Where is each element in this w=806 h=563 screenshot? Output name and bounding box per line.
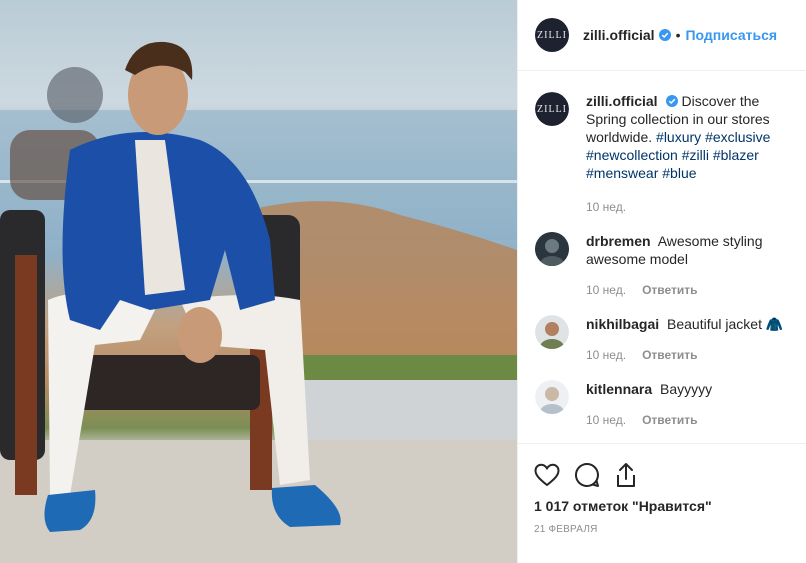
follow-button[interactable]: Подписаться [685,27,777,43]
post-sidebar: ZILLI zilli.official • Подписаться ZILLI… [517,0,806,563]
reply-button[interactable]: Ответить [642,411,697,429]
commenter-avatar[interactable] [535,380,569,414]
comment-time[interactable]: 10 нед. [586,281,626,299]
comment-time[interactable]: 10 нед. [586,411,626,429]
action-icons [534,460,806,490]
hashtag-link[interactable]: #menswear [586,165,658,181]
jacket-emoji: 🧥 [765,316,784,332]
like-button[interactable] [534,463,560,487]
hashtag-link[interactable]: #blue [662,165,696,181]
caption-item: ZILLI zilli.official Discover the Spring… [535,92,791,216]
hashtag-link[interactable]: #exclusive [705,129,770,145]
comment-text: Bayyyyy [660,381,713,397]
heart-icon [534,463,560,487]
caption-avatar-logo: ZILLI [535,92,569,126]
post-actions: 1 017 отметок "Нравится" 21 ФЕВРАЛЯ [518,443,806,563]
hashtag-link[interactable]: #luxury [656,129,701,145]
avatar-photo [535,315,569,349]
comment-username[interactable]: drbremen [586,233,651,249]
comment-item: kitlennara Bayyyyy 10 нед. Ответить [535,380,791,429]
hashtag-link[interactable]: #blazer [713,147,759,163]
account-avatar[interactable]: ZILLI [535,18,569,52]
avatar-photo [535,380,569,414]
caption-time[interactable]: 10 нед. [586,198,626,216]
hashtag-link[interactable]: #newcollection [586,147,678,163]
post-photo[interactable] [0,0,517,563]
caption-username[interactable]: zilli.official [586,93,658,109]
comment-username[interactable]: nikhilbagai [586,316,659,332]
caption-avatar[interactable]: ZILLI [535,92,569,126]
post-modal: ZILLI zilli.official • Подписаться ZILLI… [0,0,806,563]
verified-badge-icon [665,95,678,107]
comment-time[interactable]: 10 нед. [586,346,626,364]
comment-icon [575,462,599,487]
comment-username[interactable]: kitlennara [586,381,652,397]
hashtag-link[interactable]: #zilli [682,147,709,163]
reply-button[interactable]: Ответить [642,281,697,299]
account-username[interactable]: zilli.official [583,27,655,43]
share-button[interactable] [614,462,638,488]
post-date[interactable]: 21 ФЕВРАЛЯ [534,524,806,535]
comment-text: Beautiful jacket [667,316,762,332]
likes-count[interactable]: 1 017 отметок "Нравится" [534,498,806,514]
post-header: ZILLI zilli.official • Подписаться [518,0,806,71]
separator-dot: • [675,27,681,43]
share-icon [617,463,635,487]
verified-badge-icon [658,29,671,41]
comment-button[interactable] [574,462,600,488]
commenter-avatar[interactable] [535,315,569,349]
reply-button[interactable]: Ответить [642,346,697,364]
photo-illustration [0,41,517,563]
comments-list[interactable]: ZILLI zilli.official Discover the Spring… [518,72,806,442]
commenter-avatar[interactable] [535,232,569,266]
comment-item: nikhilbagai Beautiful jacket 🧥 10 нед. О… [535,315,791,364]
avatar-photo [535,232,569,266]
comment-item: drbremen Awesome styling awesome model 1… [535,232,791,299]
